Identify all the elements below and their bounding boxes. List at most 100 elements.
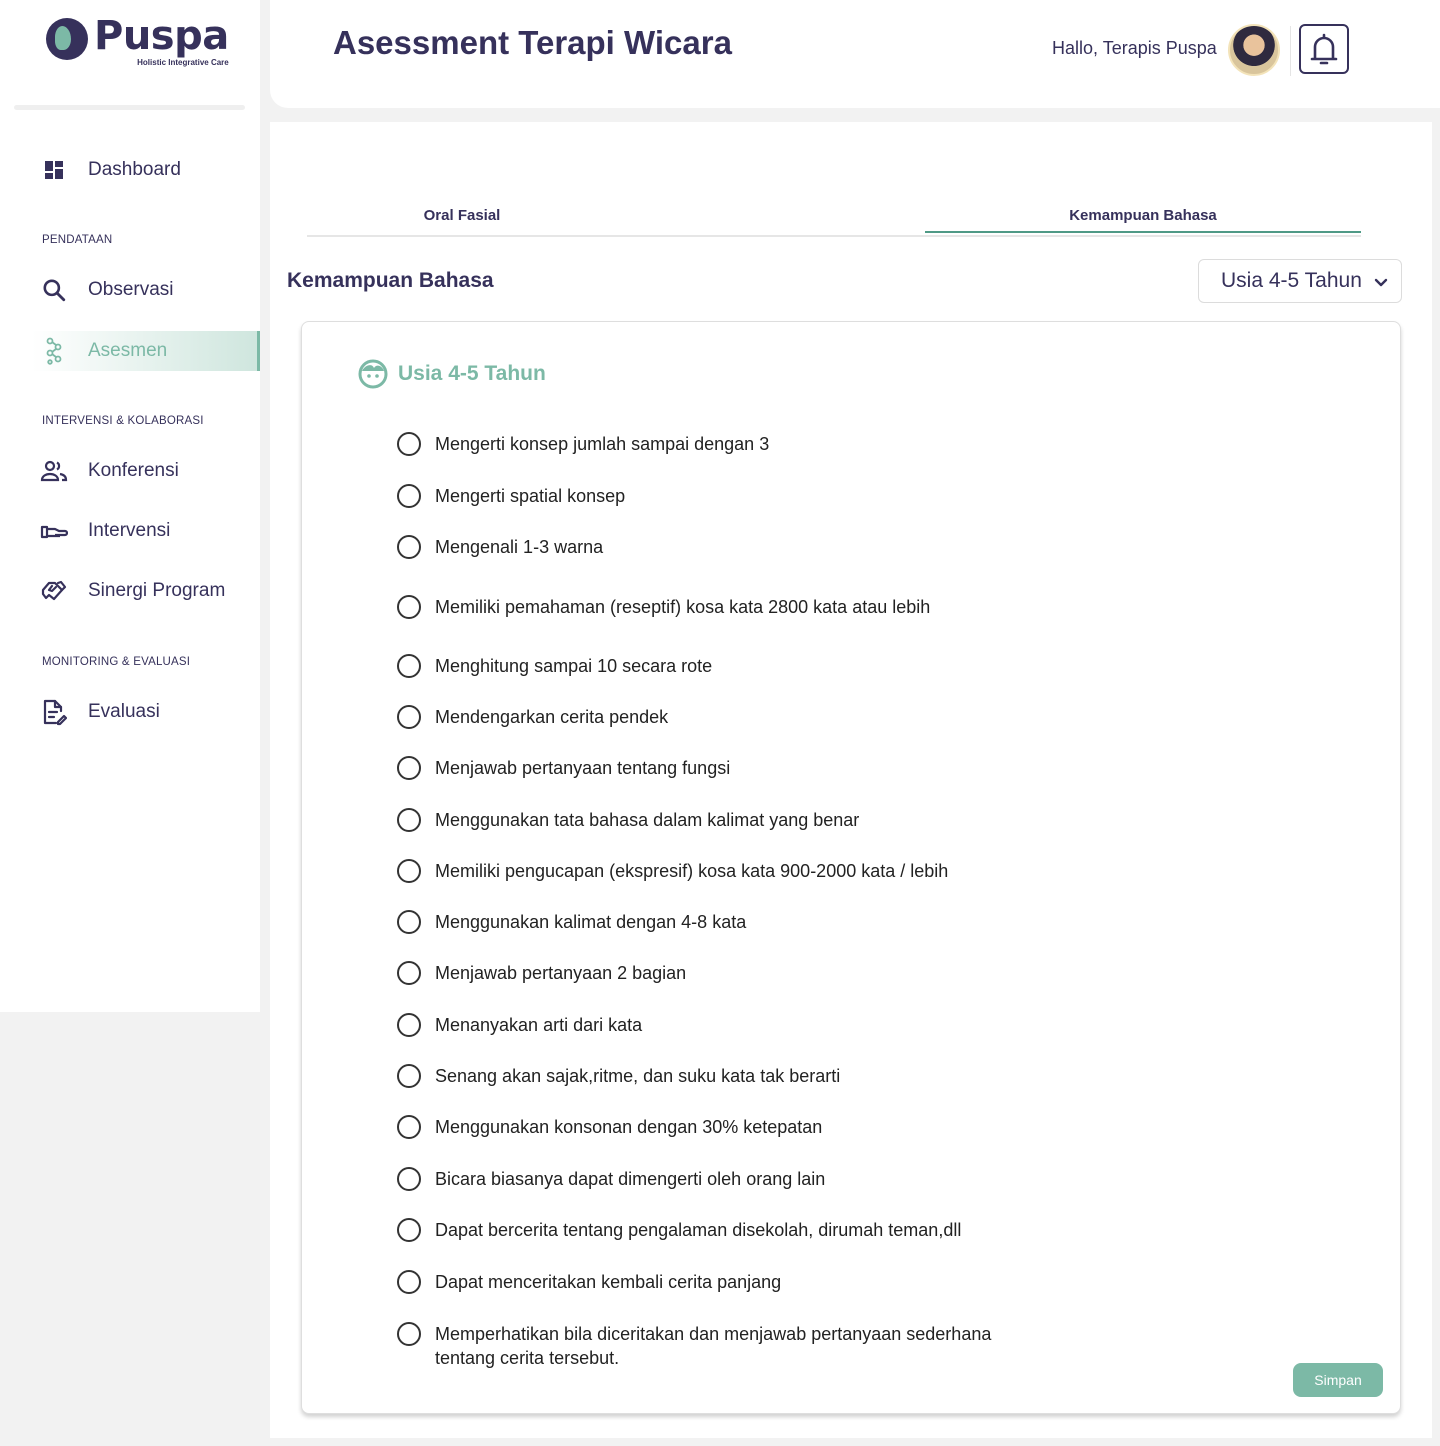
puspa-logo-icon: [46, 18, 88, 60]
radio-button[interactable]: [397, 1218, 421, 1242]
checklist-item[interactable]: Mengerti konsep jumlah sampai dengan 3: [397, 432, 1297, 456]
radio-button[interactable]: [397, 808, 421, 832]
sidebar-item-asesmen[interactable]: Asesmen: [32, 331, 260, 371]
search-icon: [32, 270, 76, 310]
brand-name: Puspa: [94, 13, 229, 59]
sidebar-item-label: Sinergi Program: [88, 580, 226, 601]
radio-button[interactable]: [397, 1064, 421, 1088]
age-select-value: Usia 4-5 Tahun: [1221, 269, 1362, 292]
molecule-icon: [32, 331, 76, 371]
brand-logo[interactable]: Puspa Holistic Integrative Care: [46, 16, 229, 67]
checklist-item-label: Dapat menceritakan kembali cerita panjan…: [435, 1272, 782, 1292]
sidebar-item-sinergi-program[interactable]: Sinergi Program: [32, 571, 260, 611]
sidebar-item-label: Intervensi: [88, 520, 171, 541]
people-icon: [32, 451, 76, 491]
radio-button[interactable]: [397, 705, 421, 729]
nav-section-monitoring: MONITORING & EVALUASI: [42, 656, 191, 668]
save-button[interactable]: Simpan: [1293, 1363, 1383, 1397]
checklist-item[interactable]: Memperhatikan bila diceritakan dan menja…: [397, 1322, 1297, 1370]
radio-button[interactable]: [397, 1167, 421, 1191]
checklist-item-label: Menghitung sampai 10 secara rote: [435, 656, 713, 676]
nav-section-pendataan: PENDATAAN: [42, 234, 113, 246]
checklist-item-label: Menanyakan arti dari kata: [435, 1015, 643, 1035]
checklist-item[interactable]: Dapat bercerita tentang pengalaman disek…: [397, 1218, 1297, 1242]
checklist-item-label: Menggunakan tata bahasa dalam kalimat ya…: [435, 810, 860, 830]
checklist-item[interactable]: Senang akan sajak,ritme, dan suku kata t…: [397, 1064, 1297, 1088]
age-select-dropdown[interactable]: Usia 4-5 Tahun: [1198, 259, 1402, 303]
card-header: Usia 4-5 Tahun: [358, 359, 546, 389]
checklist-item[interactable]: Dapat menceritakan kembali cerita panjan…: [397, 1270, 1297, 1294]
main-panel: Oral Fasial Kemampuan Bahasa Kemampuan B…: [270, 122, 1432, 1438]
checklist-item[interactable]: Menggunakan kalimat dengan 4-8 kata: [397, 910, 1297, 934]
tab-bar: Oral Fasial Kemampuan Bahasa: [307, 206, 1361, 237]
checklist-item[interactable]: Memiliki pemahaman (reseptif) kosa kata …: [397, 595, 1297, 619]
checklist-item-label: Mengerti konsep jumlah sampai dengan 3: [435, 434, 770, 454]
checklist-item[interactable]: Menghitung sampai 10 secara rote: [397, 654, 1297, 678]
sidebar-item-intervensi[interactable]: Intervensi: [32, 511, 260, 551]
radio-button[interactable]: [397, 432, 421, 456]
sidebar-item-observasi[interactable]: Observasi: [32, 270, 260, 310]
hand-icon: [32, 511, 76, 551]
radio-button[interactable]: [397, 1115, 421, 1139]
checklist-item[interactable]: Memiliki pengucapan (ekspresif) kosa kat…: [397, 859, 1297, 883]
checklist-item-label: Mengerti spatial konsep: [435, 486, 626, 506]
nav-section-intervensi: INTERVENSI & KOLABORASI: [42, 415, 204, 427]
radio-button[interactable]: [397, 961, 421, 985]
notification-button[interactable]: [1299, 24, 1349, 74]
radio-button[interactable]: [397, 910, 421, 934]
sidebar-item-konferensi[interactable]: Konferensi: [32, 451, 260, 491]
radio-button[interactable]: [397, 535, 421, 559]
sidebar-item-label: Dashboard: [88, 159, 181, 180]
radio-button[interactable]: [397, 484, 421, 508]
avatar[interactable]: [1228, 24, 1280, 76]
checklist-item-label: Memiliki pengucapan (ekspresif) kosa kat…: [435, 861, 949, 881]
brand-tagline: Holistic Integrative Care: [137, 58, 229, 67]
checklist-item[interactable]: Menggunakan tata bahasa dalam kalimat ya…: [397, 808, 1297, 832]
checklist-item[interactable]: Menanyakan arti dari kata: [397, 1013, 1297, 1037]
chevron-down-icon: [1374, 278, 1388, 287]
radio-button[interactable]: [397, 1270, 421, 1294]
sidebar-item-label: Observasi: [88, 279, 174, 300]
sidebar-item-label: Konferensi: [88, 460, 179, 481]
radio-button[interactable]: [397, 654, 421, 678]
sidebar-item-evaluasi[interactable]: Evaluasi: [32, 692, 260, 732]
tab-kemampuan-bahasa[interactable]: Kemampuan Bahasa: [925, 206, 1361, 233]
checklist-item[interactable]: Menjawab pertanyaan 2 bagian: [397, 961, 1297, 985]
sidebar-item-label: Evaluasi: [88, 701, 160, 722]
radio-button[interactable]: [397, 1013, 421, 1037]
section-title: Kemampuan Bahasa: [287, 269, 494, 292]
checklist-item[interactable]: Mengerti spatial konsep: [397, 484, 1297, 508]
handshake-icon: [32, 571, 76, 611]
assessment-card: Usia 4-5 Tahun Mengerti konsep jumlah sa…: [301, 321, 1401, 1414]
sidebar: Puspa Holistic Integrative Care Dashboar…: [0, 0, 260, 1012]
checklist-item[interactable]: Mendengarkan cerita pendek: [397, 705, 1297, 729]
checklist-item-label: Senang akan sajak,ritme, dan suku kata t…: [435, 1066, 841, 1086]
checklist-item-label: Memiliki pemahaman (reseptif) kosa kata …: [435, 597, 931, 617]
radio-button[interactable]: [397, 595, 421, 619]
child-face-icon: [358, 359, 388, 389]
checklist-item-label: Dapat bercerita tentang pengalaman disek…: [435, 1220, 962, 1240]
radio-button[interactable]: [397, 859, 421, 883]
checklist-item[interactable]: Menjawab pertanyaan tentang fungsi: [397, 756, 1297, 780]
card-title: Usia 4-5 Tahun: [398, 362, 546, 385]
header-divider: [1290, 26, 1291, 76]
checklist-item-label: Mendengarkan cerita pendek: [435, 707, 669, 727]
tab-oral-fasial[interactable]: Oral Fasial: [307, 206, 617, 237]
checklist-item[interactable]: Mengenali 1-3 warna: [397, 535, 1297, 559]
edit-document-icon: [32, 692, 76, 732]
sidebar-item-dashboard[interactable]: Dashboard: [32, 150, 260, 190]
radio-button[interactable]: [397, 756, 421, 780]
page-title: Asessment Terapi Wicara: [333, 24, 732, 61]
checklist-item[interactable]: Menggunakan konsonan dengan 30% ketepata…: [397, 1115, 1297, 1139]
checklist-item[interactable]: Bicara biasanya dapat dimengerti oleh or…: [397, 1167, 1297, 1191]
checklist-item-label: Bicara biasanya dapat dimengerti oleh or…: [435, 1169, 826, 1189]
checklist-item-label: Menggunakan kalimat dengan 4-8 kata: [435, 912, 747, 932]
bell-icon: [1310, 33, 1338, 65]
top-header: Asessment Terapi Wicara Hallo, Terapis P…: [270, 0, 1440, 108]
dashboard-icon: [32, 150, 76, 190]
checklist-item-label: Mengenali 1-3 warna: [435, 537, 604, 557]
sidebar-divider: [14, 105, 245, 110]
sidebar-item-label: Asesmen: [88, 340, 168, 361]
radio-button[interactable]: [397, 1322, 421, 1346]
checklist-item-label: Menjawab pertanyaan tentang fungsi: [435, 758, 731, 778]
